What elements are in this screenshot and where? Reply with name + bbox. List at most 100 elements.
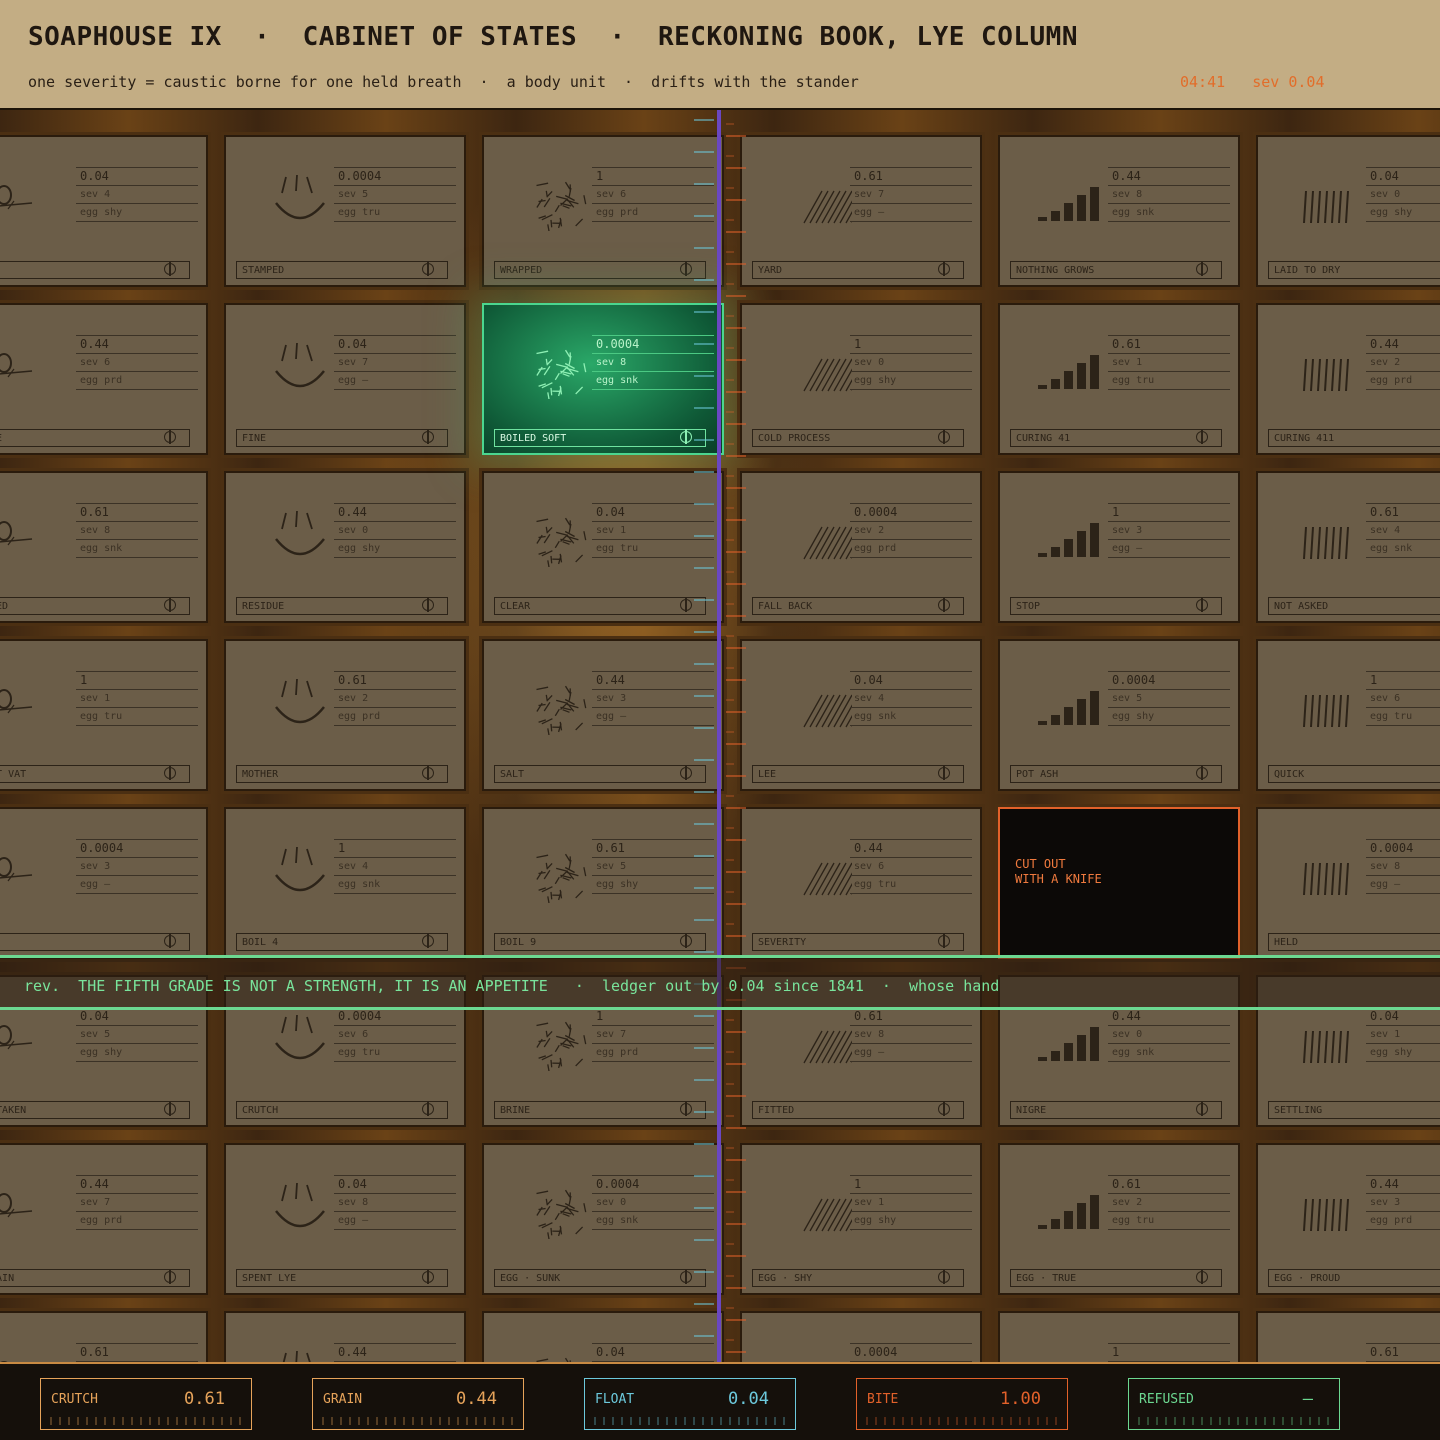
tile-knob-icon[interactable]	[680, 261, 692, 276]
tile-knob-icon[interactable]	[422, 765, 434, 780]
meter-refused[interactable]: REFUSED —	[1128, 1378, 1340, 1430]
tile-label[interactable]: SALT	[494, 765, 706, 783]
state-tile[interactable]: 0.61	[0, 1311, 208, 1362]
tile-label[interactable]: ENT VAT	[0, 765, 190, 783]
state-tile[interactable]: 0.04	[482, 1311, 724, 1362]
tile-label[interactable]: · TAKEN	[0, 1101, 190, 1119]
tile-knob-icon[interactable]	[938, 1269, 950, 1284]
tile-label[interactable]: CH	[0, 933, 190, 951]
tile-label[interactable]: FINE	[236, 429, 448, 447]
state-tile[interactable]: 0.04 sev 0 egg shy LAID TO DRY	[1256, 135, 1440, 287]
meter-grain[interactable]: GRAIN 0.44	[312, 1378, 524, 1430]
tile-knob-icon[interactable]	[680, 597, 692, 612]
tile-knob-icon[interactable]	[422, 429, 434, 444]
tile-label[interactable]: FALL BACK	[752, 597, 964, 615]
state-tile[interactable]: 0.0004 sev 5 egg tru STAMPED	[224, 135, 466, 287]
tile-label[interactable]: LAID TO DRY	[1268, 261, 1440, 279]
tile-label[interactable]: BRINE	[494, 1101, 706, 1119]
tile-label[interactable]: CRUTCH	[236, 1101, 448, 1119]
state-tile[interactable]: 1 sev 6 egg tru QUICK	[1256, 639, 1440, 791]
tile-knob-icon[interactable]	[938, 261, 950, 276]
tile-knob-icon[interactable]	[680, 765, 692, 780]
tile-label[interactable]: RESIDUE	[236, 597, 448, 615]
state-tile[interactable]: 0.0004 sev 0 egg snk EGG · SUNK	[482, 1143, 724, 1295]
state-tile[interactable]: 0.44 sev 3 egg prd EGG · PROUD	[1256, 1143, 1440, 1295]
state-tile[interactable]: 0.61 sev 2 egg tru EGG · TRUE	[998, 1143, 1240, 1295]
tile-label[interactable]: CURING 41	[1010, 429, 1222, 447]
state-tile[interactable]: 0.44 sev 8 egg snk NOTHING GROWS	[998, 135, 1240, 287]
tile-knob-icon[interactable]	[1196, 1101, 1208, 1116]
meter-bite[interactable]: BITE 1.00	[856, 1378, 1068, 1430]
state-tile[interactable]: 0.04 sev 7 egg — FINE	[224, 303, 466, 455]
tile-label[interactable]	[0, 261, 190, 279]
state-tile[interactable]: 0.0004	[740, 1311, 982, 1362]
tile-label[interactable]: FITTED	[752, 1101, 964, 1119]
tile-label[interactable]: EGG · PROUD	[1268, 1269, 1440, 1287]
state-tile[interactable]: 0.61 sev 5 egg shy BOIL 9	[482, 807, 724, 959]
state-tile[interactable]: 1	[998, 1311, 1240, 1362]
state-tile[interactable]: 0.44 sev 6 egg prd RSE	[0, 303, 208, 455]
state-tile[interactable]: 0.44 sev 3 egg — SALT	[482, 639, 724, 791]
state-tile[interactable]: 0.61 sev 7 egg — YARD	[740, 135, 982, 287]
state-tile[interactable]: 0.61	[1256, 1311, 1440, 1362]
tile-label[interactable]: RSE	[0, 429, 190, 447]
tile-knob-icon[interactable]	[422, 933, 434, 948]
state-tile[interactable]: 0.04 sev 4 egg snk LEE	[740, 639, 982, 791]
tile-label[interactable]: MOTHER	[236, 765, 448, 783]
tile-knob-icon[interactable]	[1196, 429, 1208, 444]
state-tile[interactable]: 0.0004 sev 2 egg prd FALL BACK	[740, 471, 982, 623]
state-tile[interactable]: 1 sev 4 egg snk BOIL 4	[224, 807, 466, 959]
tile-label[interactable]: POT ASH	[1010, 765, 1222, 783]
state-tile[interactable]: 0.0004 sev 8 egg — HELD	[1256, 807, 1440, 959]
state-tile[interactable]: 1 sev 3 egg — STOP	[998, 471, 1240, 623]
lye-column-ruler[interactable]	[692, 110, 752, 1362]
tile-knob-icon[interactable]	[422, 261, 434, 276]
tile-knob-icon[interactable]	[938, 765, 950, 780]
state-tile[interactable]: 0.61 sev 2 egg prd MOTHER	[224, 639, 466, 791]
tile-knob-icon[interactable]	[1196, 765, 1208, 780]
tile-knob-icon[interactable]	[680, 1269, 692, 1284]
tile-label[interactable]: YARD	[752, 261, 964, 279]
tile-knob-icon[interactable]	[422, 1101, 434, 1116]
meter-crutch[interactable]: CRUTCH 0.61	[40, 1378, 252, 1430]
tile-label[interactable]: STOP	[1010, 597, 1222, 615]
tile-knob-icon[interactable]	[422, 597, 434, 612]
tile-label[interactable]: QUICK	[1268, 765, 1440, 783]
state-tile[interactable]: 0.0004 sev 5 egg shy POT ASH	[998, 639, 1240, 791]
state-tile[interactable]: 0.44 sev 0 egg shy RESIDUE	[224, 471, 466, 623]
tile-label[interactable]: NOT ASKED	[1268, 597, 1440, 615]
state-tile[interactable]: 0.04 sev 1 egg tru CLEAR	[482, 471, 724, 623]
tile-label[interactable]: WRAPPED	[494, 261, 706, 279]
tile-label[interactable]: COLD PROCESS	[752, 429, 964, 447]
tile-knob-icon[interactable]	[938, 933, 950, 948]
tile-label[interactable]: SEVERITY	[752, 933, 964, 951]
state-tile[interactable]: 1 sev 6 egg prd WRAPPED	[482, 135, 724, 287]
tile-label[interactable]: EGG · SUNK	[494, 1269, 706, 1287]
state-tile[interactable]: 0.61 sev 1 egg tru CURING 41	[998, 303, 1240, 455]
tile-label[interactable]: SETTLING	[1268, 1101, 1440, 1119]
tile-knob-icon[interactable]	[164, 429, 176, 444]
tile-knob-icon[interactable]	[164, 1269, 176, 1284]
tile-label[interactable]: EGG · SHY	[752, 1269, 964, 1287]
tile-knob-icon[interactable]	[1196, 597, 1208, 612]
tile-knob-icon[interactable]	[938, 429, 950, 444]
tile-knob-icon[interactable]	[164, 933, 176, 948]
tile-knob-icon[interactable]	[680, 1101, 692, 1116]
state-tile[interactable]: 0.61 sev 8 egg snk CKED	[0, 471, 208, 623]
tile-label[interactable]: BOIL 4	[236, 933, 448, 951]
state-tile[interactable]: 0.0004 sev 8 egg snk BOILED SOFT	[482, 303, 724, 455]
state-tile[interactable]: 0.04 sev 8 egg — SPENT LYE	[224, 1143, 466, 1295]
tile-knob-icon[interactable]	[1196, 261, 1208, 276]
tile-knob-icon[interactable]	[164, 261, 176, 276]
tile-knob-icon[interactable]	[938, 597, 950, 612]
state-tile[interactable]: CUT OUT WITH A KNIFE	[998, 807, 1240, 959]
state-tile[interactable]: 0.44 sev 2 egg prd CURING 411	[1256, 303, 1440, 455]
tile-label[interactable]: BOIL 9	[494, 933, 706, 951]
tile-label[interactable]: GRAIN	[0, 1269, 190, 1287]
tile-knob-icon[interactable]	[938, 1101, 950, 1116]
tile-label[interactable]: CURING 411	[1268, 429, 1440, 447]
tile-label[interactable]: NOTHING GROWS	[1010, 261, 1222, 279]
tile-label[interactable]: CKED	[0, 597, 190, 615]
tile-knob-icon[interactable]	[164, 1101, 176, 1116]
tile-label[interactable]: STAMPED	[236, 261, 448, 279]
